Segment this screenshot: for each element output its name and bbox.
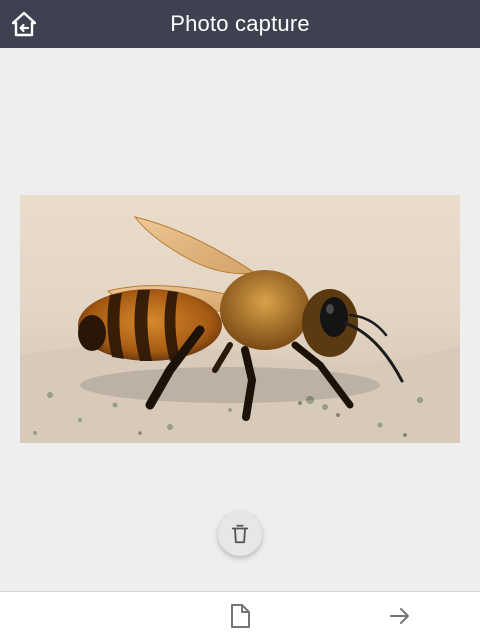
document-icon bbox=[231, 604, 250, 628]
top-app-bar: Photo capture bbox=[0, 0, 480, 48]
arrow-right-icon bbox=[390, 608, 409, 624]
document-button[interactable] bbox=[224, 600, 256, 632]
captured-photo bbox=[20, 195, 460, 443]
home-button[interactable] bbox=[10, 10, 38, 38]
bottom-toolbar bbox=[0, 591, 480, 640]
photo-capture-screen: Photo capture bbox=[0, 0, 480, 640]
delete-photo-button[interactable] bbox=[218, 512, 262, 556]
page-title: Photo capture bbox=[170, 11, 310, 36]
bee-photo bbox=[20, 195, 460, 443]
next-button[interactable] bbox=[384, 600, 416, 632]
home-back-icon bbox=[11, 11, 37, 37]
trash-icon bbox=[231, 524, 249, 544]
